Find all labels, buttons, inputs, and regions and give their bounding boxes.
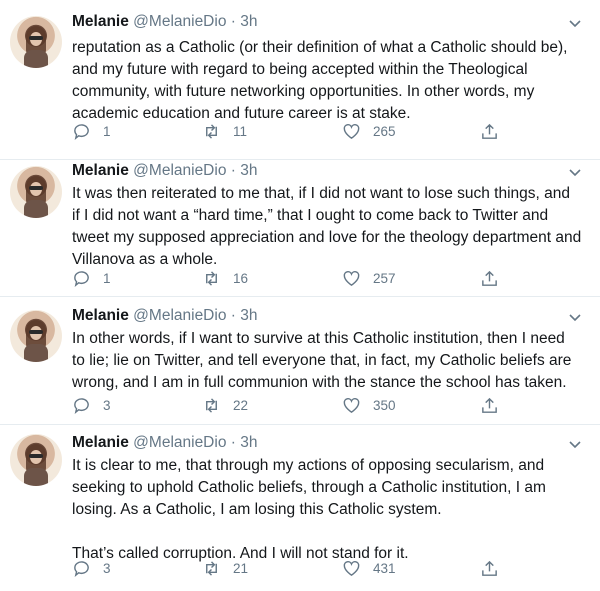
tweet[interactable]: Melanie @MelanieDio · 3h reputation as a… [0,0,600,160]
author-name[interactable]: Melanie [72,162,129,179]
retweet-count: 11 [233,123,248,139]
tweet-actions: 3 21 431 [72,557,512,579]
author-name[interactable]: Melanie [72,13,129,30]
reply-count: 3 [103,397,111,413]
retweet-count: 22 [233,397,249,413]
share-button[interactable] [480,267,511,289]
avatar[interactable] [10,310,62,362]
separator-dot: · [230,434,236,451]
avatar[interactable] [10,16,62,68]
retweet-icon [206,560,217,576]
tweet[interactable]: Melanie @MelanieDio · 3h It is clear to … [0,425,600,591]
tweet-time[interactable]: 3h [240,307,257,324]
tweet-header: Melanie @MelanieDio · 3h [72,161,258,181]
tweet-paragraph: It is clear to me, that through my actio… [72,457,546,518]
retweet-button[interactable]: 16 [202,267,248,289]
tweet-header: Melanie @MelanieDio · 3h [72,12,258,32]
tweet-time[interactable]: 3h [240,13,257,30]
tweet-text: It was then reiterated to me that, if I … [72,183,582,271]
tweet-actions: 1 16 257 [72,267,512,289]
tweet-header: Melanie @MelanieDio · 3h [72,433,258,453]
reply-button[interactable]: 3 [72,394,111,416]
retweet-icon [206,397,217,413]
chevron-down-icon[interactable] [568,16,582,30]
author-handle[interactable]: @MelanieDio [133,434,226,451]
author-handle[interactable]: @MelanieDio [133,162,226,179]
tweet[interactable]: Melanie @MelanieDio · 3h It was then rei… [0,160,600,297]
like-button[interactable]: 431 [342,557,396,579]
reply-icon [74,397,89,414]
reply-button[interactable]: 3 [72,557,111,579]
reply-count: 3 [103,560,111,576]
separator-dot: · [230,162,236,179]
retweet-button[interactable]: 21 [202,557,248,579]
reply-icon [74,270,89,287]
like-count: 257 [373,270,396,286]
retweet-button[interactable]: 11 [202,120,247,142]
like-button[interactable]: 257 [342,267,396,289]
reply-icon [74,123,89,140]
tweet-header: Melanie @MelanieDio · 3h [72,306,258,326]
like-count: 431 [373,560,396,576]
share-button[interactable] [480,394,511,416]
reply-count: 1 [103,270,111,286]
avatar[interactable] [10,166,62,218]
retweet-button[interactable]: 22 [202,394,248,416]
like-count: 350 [373,397,396,413]
tweet-actions: 3 22 350 [72,394,512,416]
reply-icon [74,560,89,577]
share-icon [482,560,497,576]
heart-icon [343,397,360,413]
heart-icon [343,123,360,139]
avatar[interactable] [10,434,62,486]
tweet-text: reputation as a Catholic (or their defin… [72,37,582,125]
reply-button[interactable]: 1 [72,120,111,142]
share-button[interactable] [480,120,511,142]
tweet-time[interactable]: 3h [240,434,257,451]
chevron-down-icon[interactable] [568,437,582,451]
tweet-time[interactable]: 3h [240,162,257,179]
author-handle[interactable]: @MelanieDio [133,13,226,30]
separator-dot: · [230,307,236,324]
share-icon [482,123,497,139]
like-button[interactable]: 265 [342,120,396,142]
reply-button[interactable]: 1 [72,267,111,289]
author-name[interactable]: Melanie [72,307,129,324]
chevron-down-icon[interactable] [568,310,582,324]
reply-count: 1 [103,123,111,139]
chevron-down-icon[interactable] [568,165,582,179]
like-button[interactable]: 350 [342,394,396,416]
heart-icon [343,270,360,286]
share-icon [482,270,497,286]
author-name[interactable]: Melanie [72,434,129,451]
retweet-count: 21 [233,560,249,576]
retweet-count: 16 [233,270,249,286]
tweet-text: It is clear to me, that through my actio… [72,455,582,565]
author-handle[interactable]: @MelanieDio [133,307,226,324]
tweet-actions: 1 11 265 [72,120,512,142]
share-icon [482,397,497,413]
tweet-paragraph: reputation as a Catholic (or their defin… [72,39,568,122]
tweet-text: In other words, if I want to survive at … [72,328,582,394]
separator-dot: · [230,13,236,30]
share-button[interactable] [480,557,511,579]
tweet-thread: Melanie @MelanieDio · 3h reputation as a… [0,0,600,591]
tweet-paragraph: It was then reiterated to me that, if I … [72,185,582,268]
retweet-icon [206,123,217,139]
tweet[interactable]: Melanie @MelanieDio · 3h In other words,… [0,297,600,425]
like-count: 265 [373,123,396,139]
heart-icon [343,560,360,576]
retweet-icon [206,270,217,286]
tweet-paragraph: In other words, if I want to survive at … [72,330,572,391]
